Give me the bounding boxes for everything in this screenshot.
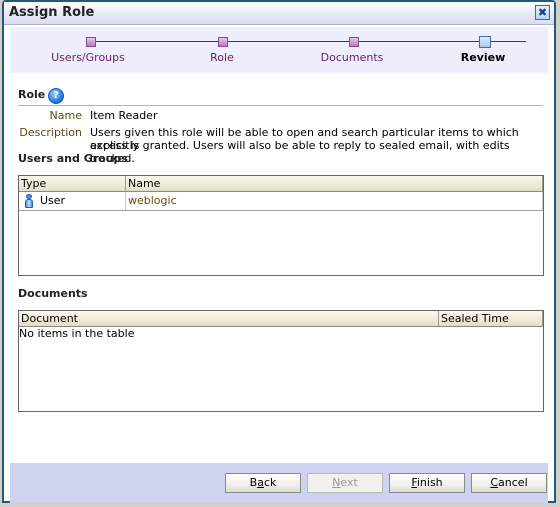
dialog-title: Assign Role [9, 5, 95, 20]
train-label-review: Review [460, 51, 506, 64]
assign-role-dialog: Assign Role ✖ Users/Groups Role Document… [2, 0, 556, 503]
column-header-sealed-time[interactable]: Sealed Time [439, 311, 543, 326]
empty-table-message: No items in the table [19, 327, 135, 340]
next-button[interactable]: Next [307, 473, 383, 493]
users-groups-table-header: Type Name [19, 176, 543, 192]
close-icon[interactable]: ✖ [535, 5, 550, 20]
role-description-line2: explicitly granted. Users will also be a… [90, 139, 510, 165]
wizard-train: Users/Groups Role Documents Review [10, 27, 548, 73]
finish-button[interactable]: Finish [389, 473, 465, 493]
users-groups-table: Type Name User weblogic [18, 175, 544, 276]
cancel-button[interactable]: Cancel [471, 473, 547, 493]
column-header-type[interactable]: Type [19, 176, 126, 191]
column-header-name[interactable]: Name [126, 176, 543, 191]
documents-section-title: Documents [18, 287, 88, 300]
dialog-footer: Back Next Finish Cancel [10, 463, 548, 503]
train-stop-users-groups[interactable] [86, 37, 96, 47]
role-section-title: Role [18, 88, 46, 101]
train-label-role[interactable]: Role [210, 51, 234, 64]
back-button[interactable]: Back [225, 473, 301, 493]
user-icon [24, 194, 34, 208]
role-section-header: Role ? [18, 88, 543, 106]
description-label: Description [19, 126, 82, 139]
users-groups-section-title: Users and Groups [18, 152, 128, 165]
documents-table-header: Document Sealed Time [19, 311, 543, 327]
column-header-document[interactable]: Document [19, 311, 439, 326]
table-row[interactable]: User weblogic [19, 192, 543, 211]
cell-type: User [19, 192, 126, 210]
user-name-link[interactable]: weblogic [128, 192, 177, 210]
help-icon[interactable]: ? [48, 88, 64, 104]
role-name-value: Item Reader [90, 109, 158, 122]
cell-name: weblogic [126, 192, 543, 210]
train-stop-role[interactable] [218, 37, 228, 47]
train-stop-documents[interactable] [349, 37, 359, 47]
train-connector [90, 41, 526, 42]
train-label-users-groups[interactable]: Users/Groups [51, 51, 125, 64]
dialog-titlebar[interactable]: Assign Role ✖ [4, 2, 554, 25]
train-label-documents[interactable]: Documents [321, 51, 384, 64]
documents-table: Document Sealed Time No items in the tab… [18, 310, 544, 412]
train-stop-review [479, 36, 491, 48]
type-value: User [40, 194, 66, 207]
name-label: Name [49, 109, 82, 122]
